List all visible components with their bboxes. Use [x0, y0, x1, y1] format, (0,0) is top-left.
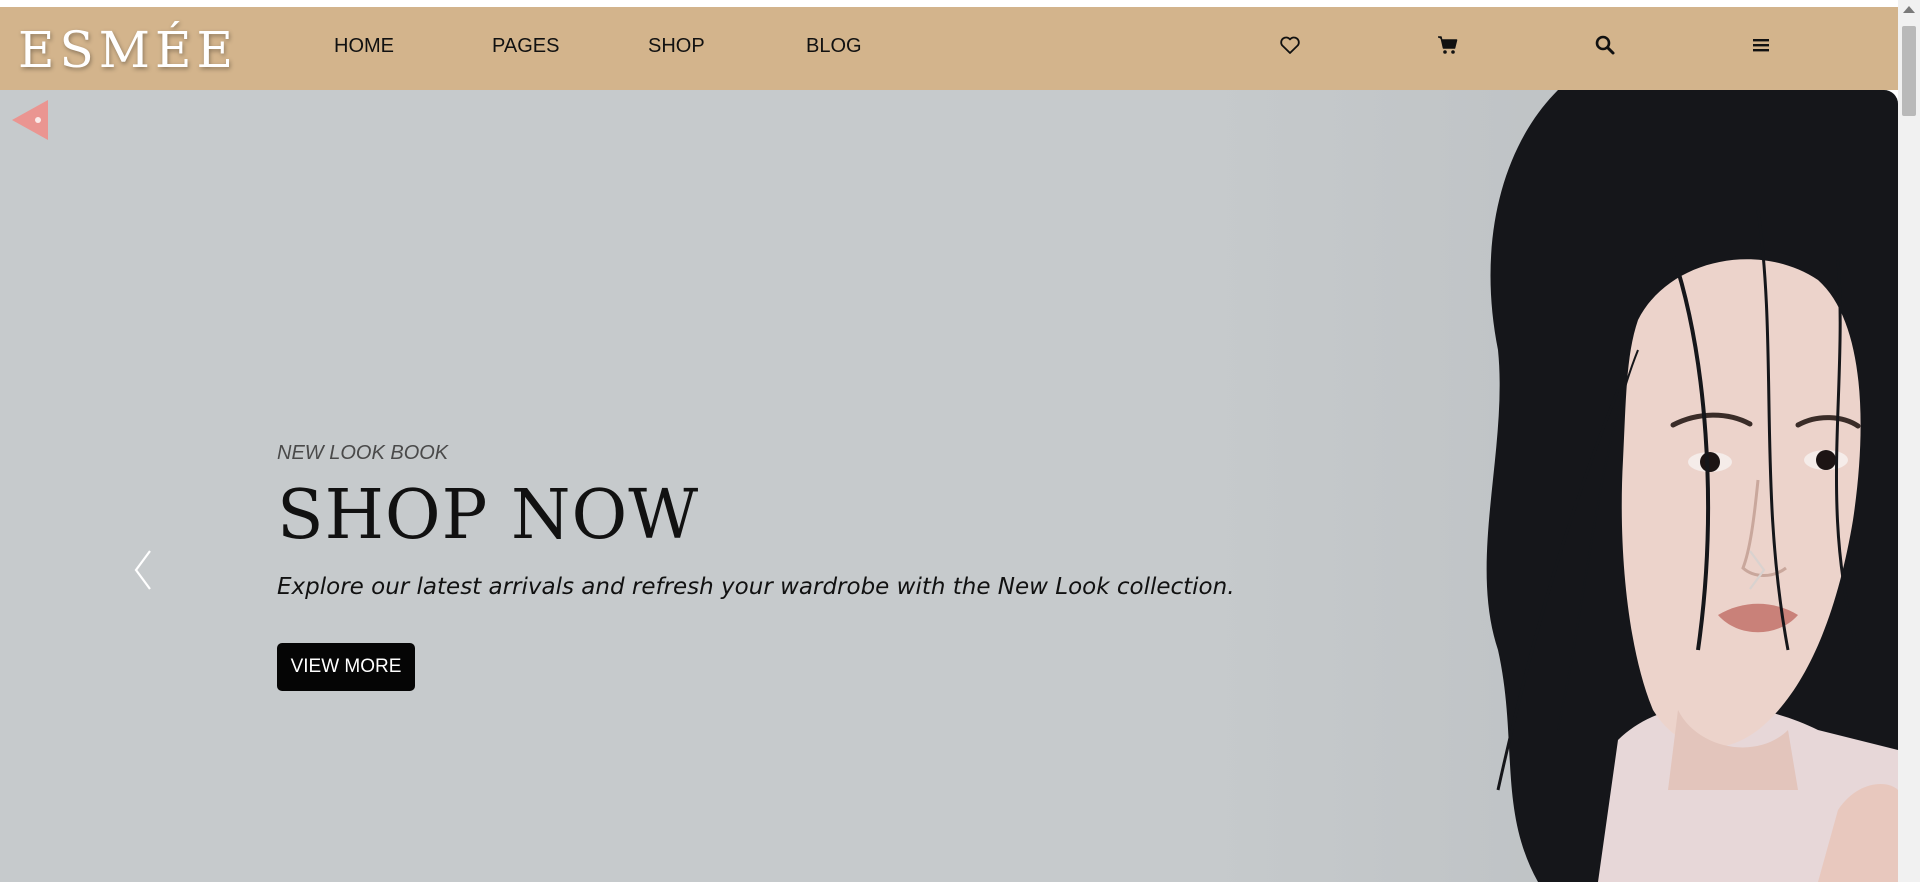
- nav-blog[interactable]: BLOG: [806, 35, 862, 58]
- menu-icon[interactable]: [1749, 33, 1773, 57]
- search-icon[interactable]: [1593, 33, 1617, 57]
- page-scrollbar[interactable]: [1898, 0, 1920, 882]
- chevron-left-icon: [134, 550, 151, 590]
- sale-tag-icon: [12, 100, 48, 140]
- top-strip: [0, 0, 1898, 7]
- brand-logo[interactable]: ESMÉE: [18, 25, 238, 75]
- site-header: ESMÉE HOME PAGES SHOP BLOG: [0, 7, 1898, 90]
- scroll-up-arrow-icon[interactable]: [1903, 6, 1915, 13]
- hero-title: SHOP NOW: [277, 476, 700, 555]
- hero-portrait-image: [1198, 90, 1898, 882]
- cart-icon[interactable]: [1436, 33, 1460, 57]
- scrollbar-thumb[interactable]: [1902, 26, 1916, 116]
- slider-next-button[interactable]: [1742, 545, 1772, 595]
- chevron-right-icon: [1749, 550, 1766, 590]
- nav-shop[interactable]: SHOP: [648, 35, 705, 58]
- heart-icon[interactable]: [1278, 33, 1302, 57]
- hero-kicker: NEW LOOK BOOK: [277, 442, 449, 464]
- slider-prev-button[interactable]: [128, 545, 158, 595]
- view-more-button[interactable]: VIEW MORE: [277, 643, 415, 691]
- nav-pages[interactable]: PAGES: [492, 35, 559, 58]
- hero-subtitle: Explore our latest arrivals and refresh …: [277, 574, 1235, 600]
- nav-home[interactable]: HOME: [334, 35, 394, 58]
- hero-banner: NEW LOOK BOOK SHOP NOW Explore our lates…: [0, 90, 1898, 882]
